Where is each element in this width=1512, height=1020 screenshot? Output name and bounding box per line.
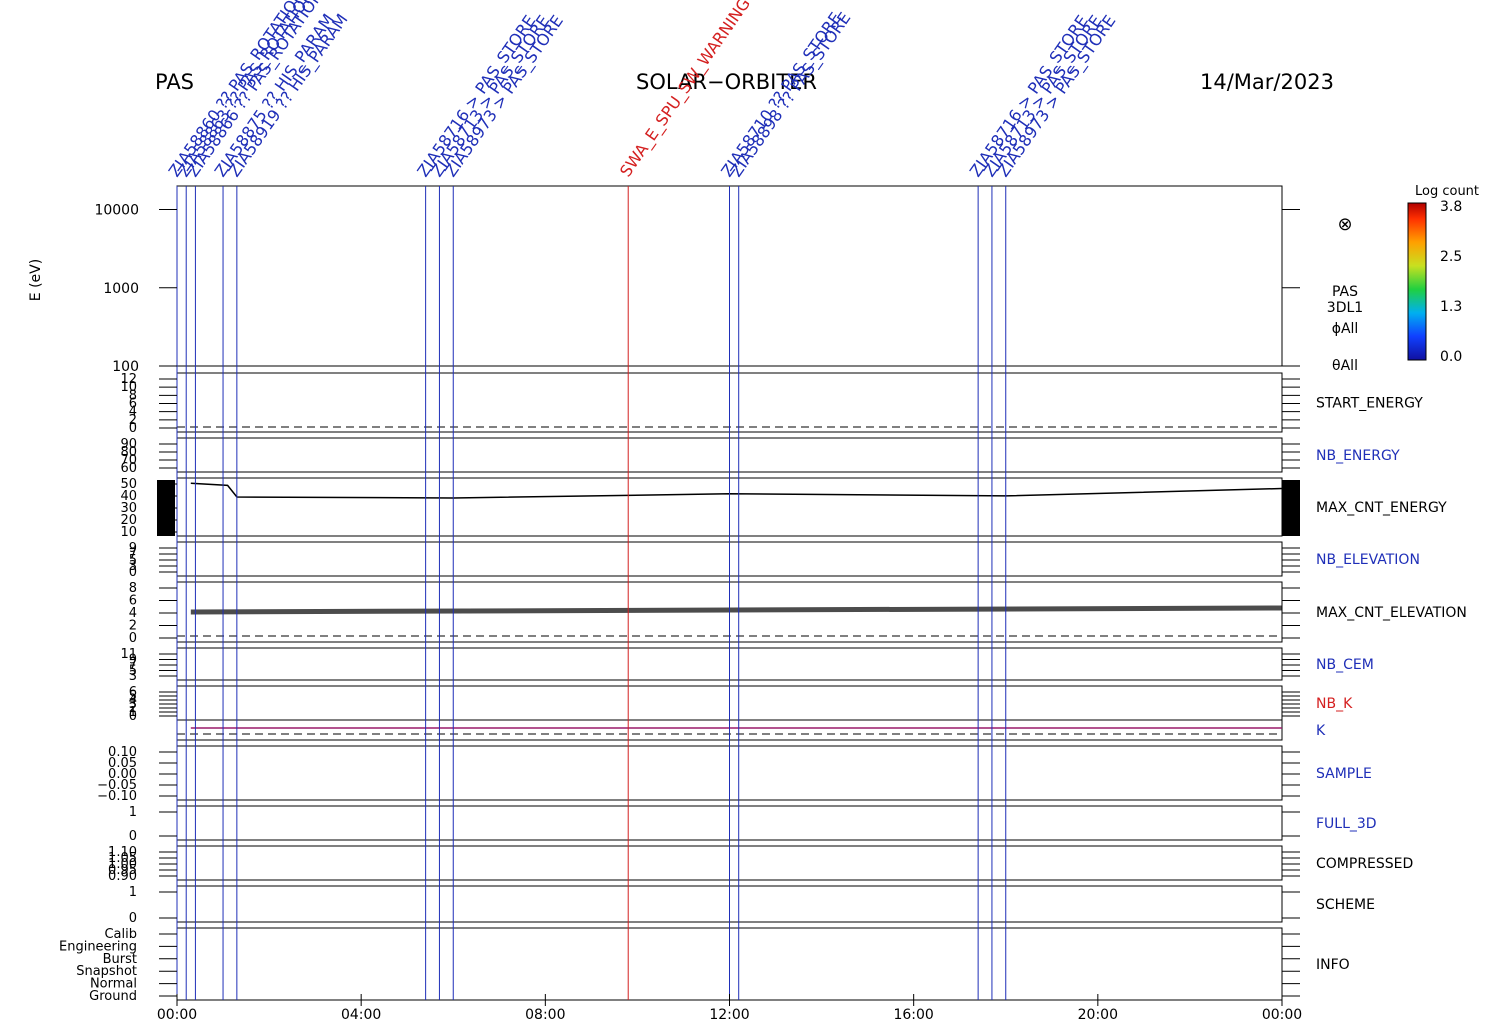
panel-tick-label: 10 [120, 525, 137, 540]
time-tick-label: 12:00 [709, 1007, 749, 1020]
panel-label: START_ENERGY [1316, 396, 1423, 412]
panel-tick-label: 0 [129, 631, 137, 646]
event-annotations: ZIA58860 ?? PAS_ROTATIONZIA58863 ?? PAS_… [165, 0, 1121, 181]
panel-label: MAX_CNT_ELEVATION [1316, 605, 1467, 621]
time-tick-label: 20:00 [1078, 1007, 1118, 1020]
time-tick-label: 04:00 [341, 1007, 381, 1020]
panel-tick-label: 0 [129, 829, 137, 844]
panel-tick-label: 0 [129, 709, 137, 724]
panel-label: NB_ELEVATION [1316, 552, 1420, 568]
panel-label: NB_CEM [1316, 657, 1374, 673]
energy-tick-label: 1000 [103, 281, 139, 297]
data-series [157, 426, 1300, 735]
panel-tick-label: 0 [129, 565, 137, 580]
pas-quicklook-plot: ZIA58860 ?? PAS_ROTATIONZIA58863 ?? PAS_… [28, 0, 1479, 1020]
panel-label: NB_K [1316, 696, 1353, 712]
panel-label: COMPRESSED [1316, 856, 1413, 872]
panel-label: NB_ENERGY [1316, 448, 1400, 464]
panel-label: MAX_CNT_ENERGY [1316, 500, 1447, 516]
panel-label: SAMPLE [1316, 766, 1372, 782]
panel-tick-label: 0 [129, 911, 137, 926]
time-tick-label: 08:00 [525, 1007, 565, 1020]
panel-tick-label: 0.90 [108, 869, 137, 884]
panel-label: SCHEME [1316, 897, 1375, 913]
colorbar-tick-label: 3.8 [1440, 199, 1462, 215]
max-cnt-energy-line [190, 482, 1283, 499]
panel-tick-label: −0.10 [97, 789, 137, 804]
event-annotation: ZIA58973 > PAS_STORE [993, 12, 1120, 181]
spectrogram-side-label: PAS [1332, 284, 1358, 300]
colorbar-title: Log count [1415, 184, 1479, 199]
time-tick-label: 00:00 [1262, 1007, 1302, 1020]
spectrogram-side-label: θAll [1332, 358, 1358, 374]
spin-symbol-icon: ⊗ [1337, 214, 1352, 235]
panel-tick-label: 0 [129, 421, 137, 436]
colorbar-tick-label: 0.0 [1440, 349, 1462, 365]
max-cnt-elevation-band [190, 605, 1283, 615]
panel-label: K [1316, 723, 1326, 739]
spectrogram-side-label: 3DL1 [1327, 300, 1363, 316]
panel-tick-label: 1 [129, 805, 137, 820]
panel-tick-label: 1 [129, 885, 137, 900]
panel-tick-label: 60 [120, 461, 137, 476]
colorbar-tick-label: 2.5 [1440, 249, 1462, 265]
energy-tick-label: 10000 [94, 203, 139, 219]
energy-axis-label: E (eV) [28, 259, 44, 301]
panel-tick-label: Ground [89, 989, 137, 1004]
colorbar-tick-label: 1.3 [1440, 299, 1462, 315]
event-annotation: ZIA58973 > PAS_STORE [441, 12, 568, 181]
panel-label: INFO [1316, 957, 1350, 973]
time-tick-label: 00:00 [157, 1007, 197, 1020]
time-tick-label: 16:00 [893, 1007, 933, 1020]
colorbar-gradient [1407, 202, 1427, 361]
colorbar: Log count3.8 2.5 1.3 0.0 [1407, 184, 1479, 365]
spectrogram-side-label: ϕAll [1332, 321, 1359, 337]
panel-label: FULL_3D [1316, 816, 1377, 832]
panel-tick-label: 3 [129, 669, 137, 684]
event-annotation: ZIA58898 ?? PAS_STORE [726, 9, 855, 181]
